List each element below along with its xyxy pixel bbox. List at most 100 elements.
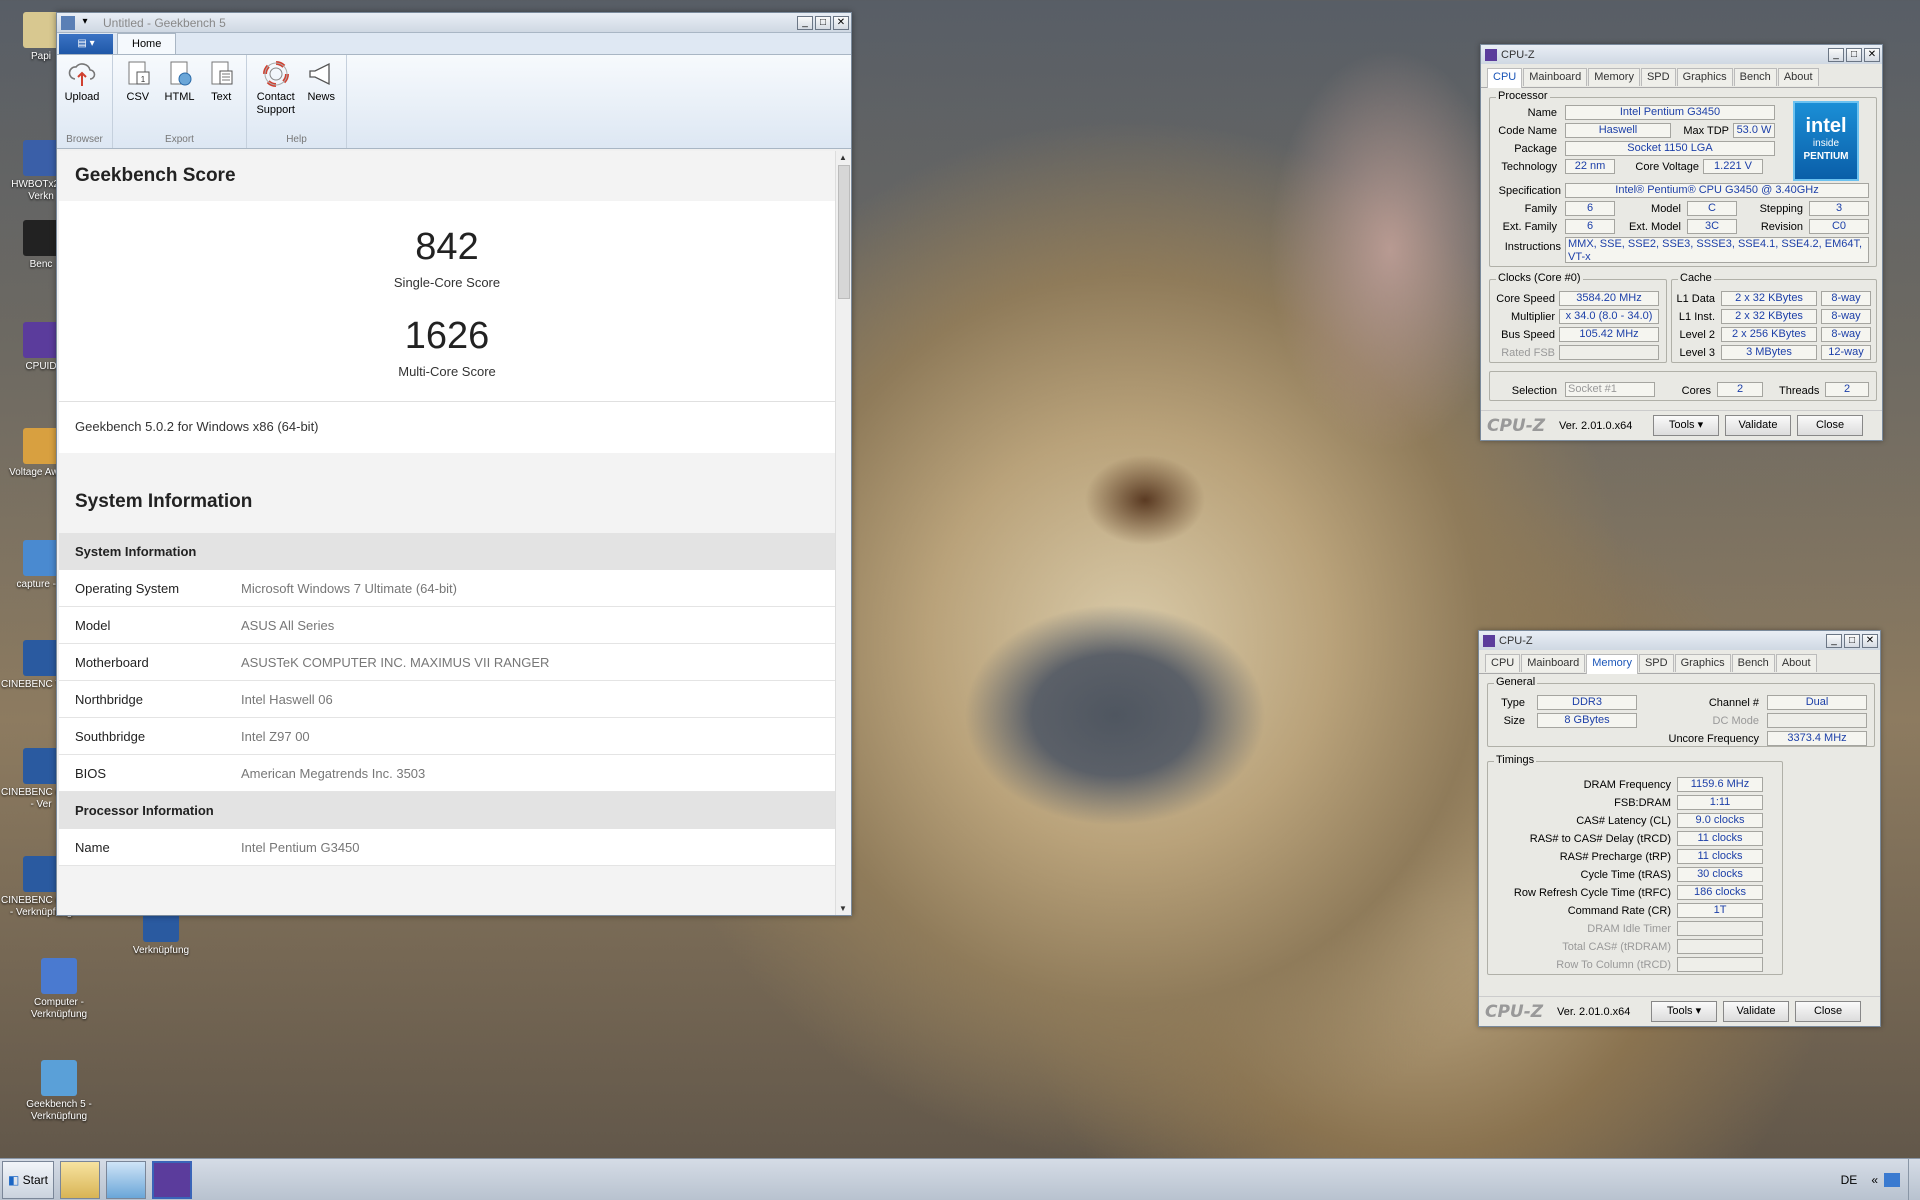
- threads-value: 2: [1825, 382, 1869, 397]
- bus-speed-value: 105.42 MHz: [1559, 327, 1659, 342]
- shortcut-icon: [23, 640, 59, 676]
- contact-support-button[interactable]: Contact Support: [251, 59, 300, 134]
- tab-graphics[interactable]: Graphics: [1674, 654, 1731, 672]
- validate-button[interactable]: Validate: [1723, 1001, 1789, 1022]
- close-button[interactable]: ✕: [833, 15, 849, 30]
- scroll-up-arrow-icon[interactable]: ▲: [839, 153, 847, 162]
- tools-label: Tools: [1668, 419, 1695, 431]
- general-legend: General: [1494, 676, 1538, 688]
- geekbench-window: ▾ Untitled - Geekbench 5 _ □ ✕ ▤ ▾ Home …: [56, 12, 852, 916]
- tab-cpu[interactable]: CPU: [1485, 654, 1521, 672]
- results-view: Geekbench Score 842 Single-Core Score 16…: [59, 151, 835, 915]
- ext-model-value: 3C: [1687, 219, 1737, 234]
- scrollbar-thumb[interactable]: [838, 165, 850, 299]
- maximize-button[interactable]: □: [1846, 47, 1862, 62]
- table-row: Operating System Microsoft Windows 7 Ulti…: [59, 570, 835, 607]
- tab-about[interactable]: About: [1777, 68, 1819, 86]
- maximize-button[interactable]: □: [1844, 633, 1860, 648]
- megaphone-icon: [309, 62, 330, 86]
- single-core-label: Single-Core Score: [393, 275, 501, 290]
- text-label: Text: [211, 91, 232, 103]
- tray-expand-icon[interactable]: «: [1871, 1173, 1878, 1187]
- cpuz-titlebar[interactable]: CPU-Z _ □ ✕: [1481, 45, 1882, 64]
- revision-label: Revision: [1760, 221, 1803, 233]
- selection-dropdown[interactable]: Socket #1: [1565, 382, 1655, 397]
- contact-support-label: Contact Support: [256, 91, 295, 116]
- dc-mode-label: DC Mode: [1712, 715, 1759, 727]
- rated-fsb-value: [1559, 345, 1659, 360]
- tab-bench[interactable]: Bench: [1733, 68, 1777, 86]
- system-information-heading: System Information: [59, 453, 835, 533]
- shortcut-icon: [23, 322, 59, 358]
- l1-data-value: 2 x 32 KBytes: [1721, 291, 1817, 306]
- shortcut-icon: [23, 220, 59, 256]
- shortcut-icon: [23, 748, 59, 784]
- cpuz-titlebar[interactable]: CPU-Z _ □ ✕: [1479, 631, 1880, 650]
- timing-label: RAS# Precharge (tRP): [1559, 851, 1671, 863]
- technology-label: Technology: [1501, 161, 1557, 173]
- cpuz-footer-logo: CPU-Z: [1487, 415, 1546, 436]
- explorer-folder-icon[interactable]: [60, 1160, 100, 1199]
- tab-memory[interactable]: Memory: [1588, 68, 1640, 86]
- validate-button[interactable]: Validate: [1725, 415, 1791, 436]
- tab-memory[interactable]: Memory: [1586, 654, 1638, 674]
- minimize-button[interactable]: _: [1826, 633, 1842, 648]
- text-button[interactable]: Text: [200, 59, 242, 134]
- tab-spd[interactable]: SPD: [1638, 654, 1674, 672]
- show-desktop-button[interactable]: [1908, 1159, 1920, 1200]
- app-menu-button[interactable]: ▤ ▾: [59, 34, 113, 54]
- shortcut-icon: [23, 12, 59, 48]
- group-label-browser: Browser: [66, 134, 103, 145]
- geekbench-titlebar[interactable]: ▾ Untitled - Geekbench 5 _ □ ✕: [57, 13, 851, 33]
- tools-button[interactable]: Tools ▾: [1653, 415, 1719, 436]
- pentium-text: PENTIUM: [1803, 151, 1849, 162]
- html-file-icon: [170, 61, 191, 86]
- cores-value: 2: [1717, 382, 1763, 397]
- tab-home[interactable]: Home: [117, 33, 177, 54]
- csv-file-icon: 1: [128, 61, 150, 85]
- model-label: Model: [1651, 203, 1681, 215]
- desktop-shortcut[interactable]: Geekbench 5 - Verknüpfung: [18, 1060, 100, 1123]
- text-file-icon: [211, 61, 233, 85]
- scroll-down-arrow-icon[interactable]: ▼: [839, 904, 847, 913]
- ext-family-value: 6: [1565, 219, 1615, 234]
- language-indicator[interactable]: DE: [1841, 1173, 1858, 1187]
- geekbench-taskbar-icon[interactable]: [106, 1160, 146, 1199]
- timing-value: 9.0 clocks: [1677, 813, 1763, 828]
- row-key: Motherboard: [75, 654, 149, 670]
- csv-button[interactable]: 1 CSV: [117, 59, 159, 134]
- vertical-scrollbar[interactable]: ▲ ▼: [835, 151, 851, 915]
- maxtdp-value: 53.0 W: [1733, 123, 1775, 138]
- close-button[interactable]: ✕: [1864, 47, 1880, 62]
- minimize-button[interactable]: _: [1828, 47, 1844, 62]
- tab-mainboard[interactable]: Mainboard: [1521, 654, 1586, 672]
- timing-value: 1T: [1677, 903, 1763, 918]
- timing-value: 186 clocks: [1677, 885, 1763, 900]
- maximize-button[interactable]: □: [815, 15, 831, 30]
- network-flag-icon[interactable]: [1884, 1173, 1900, 1187]
- close-window-button[interactable]: Close: [1797, 415, 1863, 436]
- size-value: 8 GBytes: [1537, 713, 1637, 728]
- window-menu-icon[interactable]: [61, 15, 75, 30]
- minimize-button[interactable]: _: [797, 15, 813, 30]
- timing-label: DRAM Frequency: [1583, 779, 1671, 791]
- tab-bench[interactable]: Bench: [1731, 654, 1775, 672]
- close-window-button[interactable]: Close: [1795, 1001, 1861, 1022]
- row-value: Intel Haswell 06: [241, 691, 333, 707]
- html-button[interactable]: HTML: [159, 59, 201, 134]
- tab-cpu[interactable]: CPU: [1487, 68, 1523, 88]
- tab-graphics[interactable]: Graphics: [1676, 68, 1733, 86]
- tab-mainboard[interactable]: Mainboard: [1523, 68, 1588, 86]
- tab-spd[interactable]: SPD: [1640, 68, 1676, 86]
- close-button[interactable]: ✕: [1862, 633, 1878, 648]
- tools-button[interactable]: Tools ▾: [1651, 1001, 1717, 1022]
- start-button[interactable]: ◧ Start: [2, 1160, 54, 1199]
- specification-label: Specification: [1498, 185, 1561, 197]
- desktop-shortcut[interactable]: Computer - Verknüpfung: [18, 958, 100, 1021]
- tab-about[interactable]: About: [1775, 654, 1817, 672]
- quick-access-dropdown-icon[interactable]: ▾: [77, 16, 93, 30]
- news-button[interactable]: News: [300, 59, 342, 134]
- timing-label: CAS# Latency (CL): [1576, 815, 1671, 827]
- upload-button[interactable]: Upload: [61, 59, 103, 134]
- cpuz-taskbar-icon[interactable]: [152, 1160, 192, 1199]
